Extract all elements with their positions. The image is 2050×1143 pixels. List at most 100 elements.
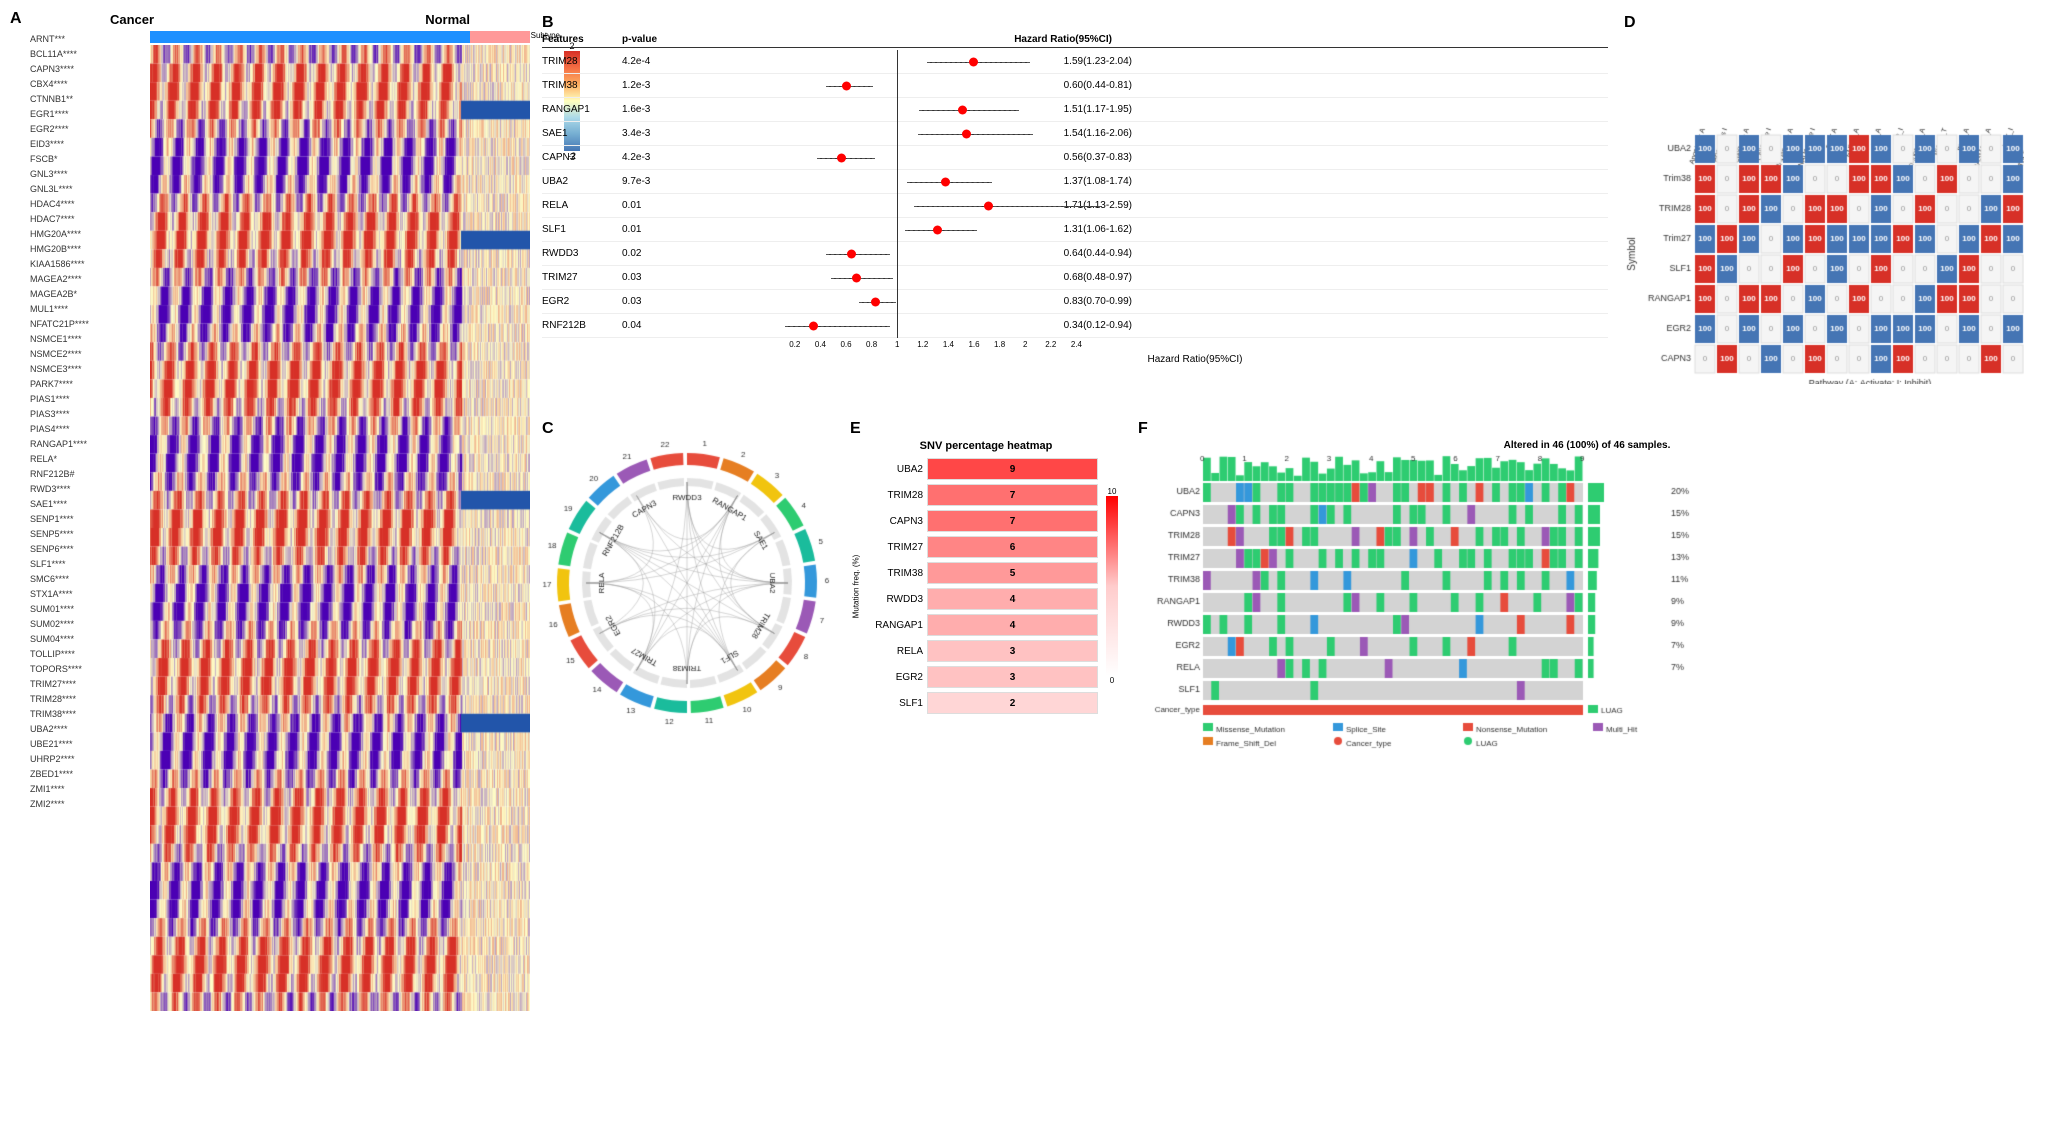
gene-label: FSCB*	[30, 151, 150, 166]
hazard-dot	[933, 225, 942, 234]
ref-line	[897, 242, 898, 266]
ci-line	[817, 158, 876, 159]
p-value: 1.2e-3	[622, 80, 692, 91]
ref-line	[897, 218, 898, 242]
gene-label: MAGEA2****	[30, 271, 150, 286]
snv-value: 4	[1010, 594, 1016, 605]
snv-gene-label: RWDD3	[862, 594, 927, 605]
gene-name: CAPN3	[542, 152, 622, 163]
subtype-bar	[150, 31, 530, 43]
panel-f-label: F	[1138, 420, 1148, 437]
scale-zero: 0	[1110, 676, 1114, 685]
hr-value: 1.37(1.08-1.74)	[1012, 176, 1132, 187]
gene-label: TOLLIP****	[30, 646, 150, 661]
panel-a: A Cancer Normal ARNT***BCL11A****CAPN3**…	[10, 10, 530, 1133]
panel-f: F Altered in 46 (100%) of 46 samples.	[1134, 416, 2040, 1133]
hr-value: 0.83(0.70-0.99)	[1012, 296, 1132, 307]
gene-name: TRIM38	[542, 80, 622, 91]
hazard-dot	[969, 57, 978, 66]
forest-plot-row	[692, 266, 1012, 290]
gene-label: BCL11A****	[30, 46, 150, 61]
snv-cell: 4	[927, 614, 1098, 636]
snv-value: 3	[1010, 646, 1016, 657]
snv-value: 6	[1010, 542, 1016, 553]
normal-label: Normal	[425, 12, 470, 27]
gene-label: RANGAP1****	[30, 436, 150, 451]
p-value: 0.02	[622, 248, 692, 259]
gene-label: TRIM28****	[30, 691, 150, 706]
snv-value: 7	[1010, 490, 1016, 501]
ref-line	[897, 122, 898, 146]
ci-line	[919, 110, 1019, 111]
snv-cell: 2	[927, 692, 1098, 714]
axis-tick: 0.8	[864, 340, 880, 349]
panel-d-content	[1624, 34, 2036, 384]
panel-e-label: E	[850, 420, 861, 437]
oncoprint-area	[1138, 451, 2036, 811]
forest-plot-row	[692, 242, 1012, 266]
snv-cell: 3	[927, 640, 1098, 662]
col-pvalue: p-value	[622, 34, 692, 45]
forest-plot-row	[692, 290, 1012, 314]
hr-value: 1.31(1.06-1.62)	[1012, 224, 1132, 235]
gene-label: TOPORS****	[30, 661, 150, 676]
p-value: 0.01	[622, 224, 692, 235]
snv-value: 3	[1010, 672, 1016, 683]
snv-gene-label: CAPN3	[862, 516, 927, 527]
forest-row: RNF212B 0.04 0.34(0.12-0.94)	[542, 314, 1608, 338]
gene-label: ZMI2****	[30, 796, 150, 811]
axis-tick: 0.6	[838, 340, 854, 349]
hr-value: 0.60(0.44-0.81)	[1012, 80, 1132, 91]
axis-tick: 2.2	[1043, 340, 1059, 349]
main-container: A Cancer Normal ARNT***BCL11A****CAPN3**…	[0, 0, 2050, 1143]
gene-label: EGR1****	[30, 106, 150, 121]
gene-label: RNF212B#	[30, 466, 150, 481]
gene-label: SLF1****	[30, 556, 150, 571]
gene-label: SUM02****	[30, 616, 150, 631]
snv-cell: 4	[927, 588, 1098, 610]
gene-label: HDAC4****	[30, 196, 150, 211]
ci-line	[831, 278, 894, 279]
panel-e: E SNV percentage heatmap Mutation freq. …	[846, 416, 1126, 1133]
snv-gene-label: UBA2	[862, 464, 927, 475]
gene-name: RANGAP1	[542, 104, 622, 115]
hazard-dot	[809, 321, 818, 330]
snv-gene-label: TRIM27	[862, 542, 927, 553]
hazard-dot	[871, 297, 880, 306]
snv-scale: 10 0	[1102, 456, 1122, 716]
gene-label: GNL3****	[30, 166, 150, 181]
ref-line	[897, 50, 898, 74]
gene-label: RELA*	[30, 451, 150, 466]
p-value: 3.4e-3	[622, 128, 692, 139]
gene-label: SUM01****	[30, 601, 150, 616]
heatmap-area: Subtype 2 -2	[150, 31, 530, 1011]
snv-cell: 7	[927, 510, 1098, 532]
gene-label: PIAS3****	[30, 406, 150, 421]
gene-label: NSMCE2****	[30, 346, 150, 361]
col-hr: Hazard Ratio(95%CI)	[1012, 34, 1112, 45]
gene-label: PIAS1****	[30, 391, 150, 406]
gene-label: SUM04****	[30, 631, 150, 646]
panel-b: B Features p-value Hazard Ratio(95%CI) T…	[538, 10, 1612, 410]
hazard-dot	[962, 129, 971, 138]
cancer-label: Cancer	[110, 12, 154, 27]
snv-row: TRIM28 7	[862, 482, 1098, 508]
axis-tick: 1.4	[940, 340, 956, 349]
gene-label: SMC6****	[30, 571, 150, 586]
gene-label: UBE21****	[30, 736, 150, 751]
axis-tick: 1.8	[992, 340, 1008, 349]
snv-y-label: Mutation freq. (%)	[852, 554, 861, 618]
gene-name: EGR2	[542, 296, 622, 307]
hazard-dot	[958, 105, 967, 114]
p-value: 4.2e-4	[622, 56, 692, 67]
gene-label: NSMCE1****	[30, 331, 150, 346]
hr-value: 1.51(1.17-1.95)	[1012, 104, 1132, 115]
col-features: Features	[542, 34, 622, 45]
oncoprint-canvas	[1138, 451, 1718, 811]
snv-gene-label: TRIM28	[862, 490, 927, 501]
snv-row: RELA 3	[862, 638, 1098, 664]
snv-value: 7	[1010, 516, 1016, 527]
forest-row: UBA2 9.7e-3 1.37(1.08-1.74)	[542, 170, 1608, 194]
snv-gene-label: TRIM38	[862, 568, 927, 579]
snv-value: 5	[1010, 568, 1016, 579]
